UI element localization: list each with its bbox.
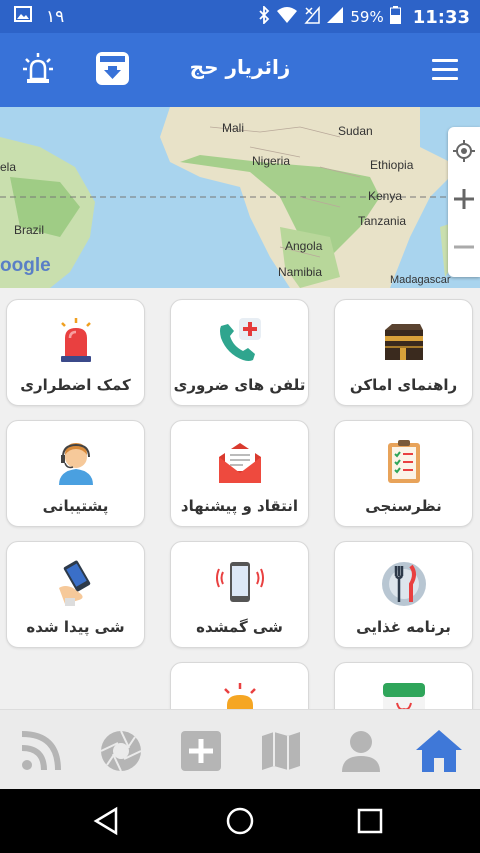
map-label-kenya: Kenya — [368, 189, 403, 203]
card-survey[interactable]: نظرسنجی — [334, 420, 473, 527]
wifi-icon — [276, 6, 298, 28]
siren-icon — [7, 316, 144, 366]
minus-icon — [454, 245, 474, 249]
card-label: شی پیدا شده — [26, 618, 125, 636]
card-label: تلفن های ضروری — [173, 376, 306, 394]
notification-count: ۱۹ — [46, 6, 65, 27]
add-icon — [181, 731, 221, 771]
card-label: برنامه غذایی — [356, 618, 451, 636]
card-found-item[interactable]: شی پیدا شده — [6, 541, 145, 648]
map-view[interactable]: Mali Sudan Nigeria Ethiopia Kenya Tanzan… — [0, 107, 480, 288]
plate-cutlery-icon — [335, 558, 472, 608]
home-circle-icon — [226, 807, 254, 835]
clock: 11:33 — [412, 6, 470, 28]
system-home-button[interactable] — [224, 805, 256, 837]
recents-square-icon — [357, 808, 383, 834]
nav-rss[interactable] — [18, 728, 64, 774]
map-icon — [262, 732, 300, 770]
battery-level: 59% — [350, 8, 384, 26]
calendar-icon — [335, 679, 472, 709]
card-label: پشتیبانی — [42, 497, 109, 515]
found-item-icon — [7, 558, 144, 608]
nav-profile[interactable] — [338, 728, 384, 774]
map-label-mali: Mali — [222, 121, 245, 135]
plus-icon — [454, 189, 474, 209]
card-label: نظرسنجی — [365, 497, 442, 515]
nav-add[interactable] — [178, 728, 224, 774]
app-title: زائریار حج — [189, 55, 291, 79]
card-label: کمک اضطراری — [20, 376, 131, 394]
system-recents-button[interactable] — [354, 805, 386, 837]
nav-map[interactable] — [258, 728, 304, 774]
services-grid: راهنمای اماکن تلفن های ضروری کمک اضطراری… — [0, 288, 480, 709]
nav-home[interactable] — [414, 728, 462, 774]
hamburger-menu-button[interactable] — [432, 59, 458, 81]
card-lost-item[interactable]: شی گمشده — [170, 541, 309, 648]
status-bar: ۱۹ 59% 11:33 — [0, 0, 480, 33]
map-label-nigeria: Nigeria — [252, 154, 291, 168]
map-label-brazil: Brazil — [14, 223, 45, 237]
kaaba-icon — [335, 316, 472, 366]
bluetooth-icon — [258, 4, 270, 28]
profile-icon — [342, 731, 380, 772]
phone-medical-icon — [171, 316, 308, 366]
map-label-ethiopia: Ethiopia — [370, 158, 414, 172]
card-places-guide[interactable]: راهنمای اماکن — [334, 299, 473, 406]
crosshair-icon — [453, 140, 475, 162]
menu-line — [432, 68, 458, 71]
card-label: انتقاد و پیشنهاد — [180, 497, 299, 515]
map-label-madagascar: Madagascar — [390, 274, 451, 286]
card-alerts[interactable] — [170, 662, 309, 709]
bottom-navigation — [0, 709, 480, 790]
card-feedback[interactable]: انتقاد و پیشنهاد — [170, 420, 309, 527]
card-emergency-phones[interactable]: تلفن های ضروری — [170, 299, 309, 406]
back-triangle-icon — [93, 806, 118, 836]
envelope-icon — [171, 437, 308, 487]
zoom-out-button[interactable] — [448, 223, 480, 271]
locate-button[interactable] — [448, 127, 480, 175]
support-agent-icon — [7, 437, 144, 487]
nav-camera[interactable] — [98, 728, 144, 774]
menu-line — [432, 59, 458, 62]
card-emergency-help[interactable]: کمک اضطراری — [6, 299, 145, 406]
map-label-sudan: Sudan — [338, 124, 373, 138]
map-controls — [448, 127, 480, 277]
card-label: شی گمشده — [196, 618, 283, 636]
alarm-light-icon — [171, 679, 308, 709]
gallery-notification-icon — [14, 6, 32, 27]
google-logo: oogle — [0, 255, 51, 276]
lost-phone-icon — [171, 558, 308, 608]
map-label-namibia: Namibia — [278, 265, 323, 279]
clipboard-survey-icon — [335, 437, 472, 487]
system-navigation-bar — [0, 789, 480, 853]
zoom-in-button[interactable] — [448, 175, 480, 223]
menu-line — [432, 77, 458, 80]
signal-icon — [326, 6, 344, 28]
map-label-partial: ela — [0, 160, 17, 174]
system-back-button[interactable] — [90, 805, 122, 837]
card-meal-plan[interactable]: برنامه غذایی — [334, 541, 473, 648]
battery-icon — [389, 6, 401, 28]
rss-icon — [21, 731, 61, 771]
signal-off-icon — [304, 5, 321, 28]
map-label-angola: Angola — [285, 239, 323, 253]
card-support[interactable]: پشتیبانی — [6, 420, 145, 527]
map-label-tanzania: Tanzania — [358, 214, 407, 228]
card-calendar[interactable] — [334, 662, 473, 709]
card-label: راهنمای اماکن — [349, 376, 458, 394]
app-bar: زائریار حج — [0, 33, 480, 107]
camera-shutter-icon — [100, 730, 142, 772]
home-icon — [416, 730, 462, 772]
